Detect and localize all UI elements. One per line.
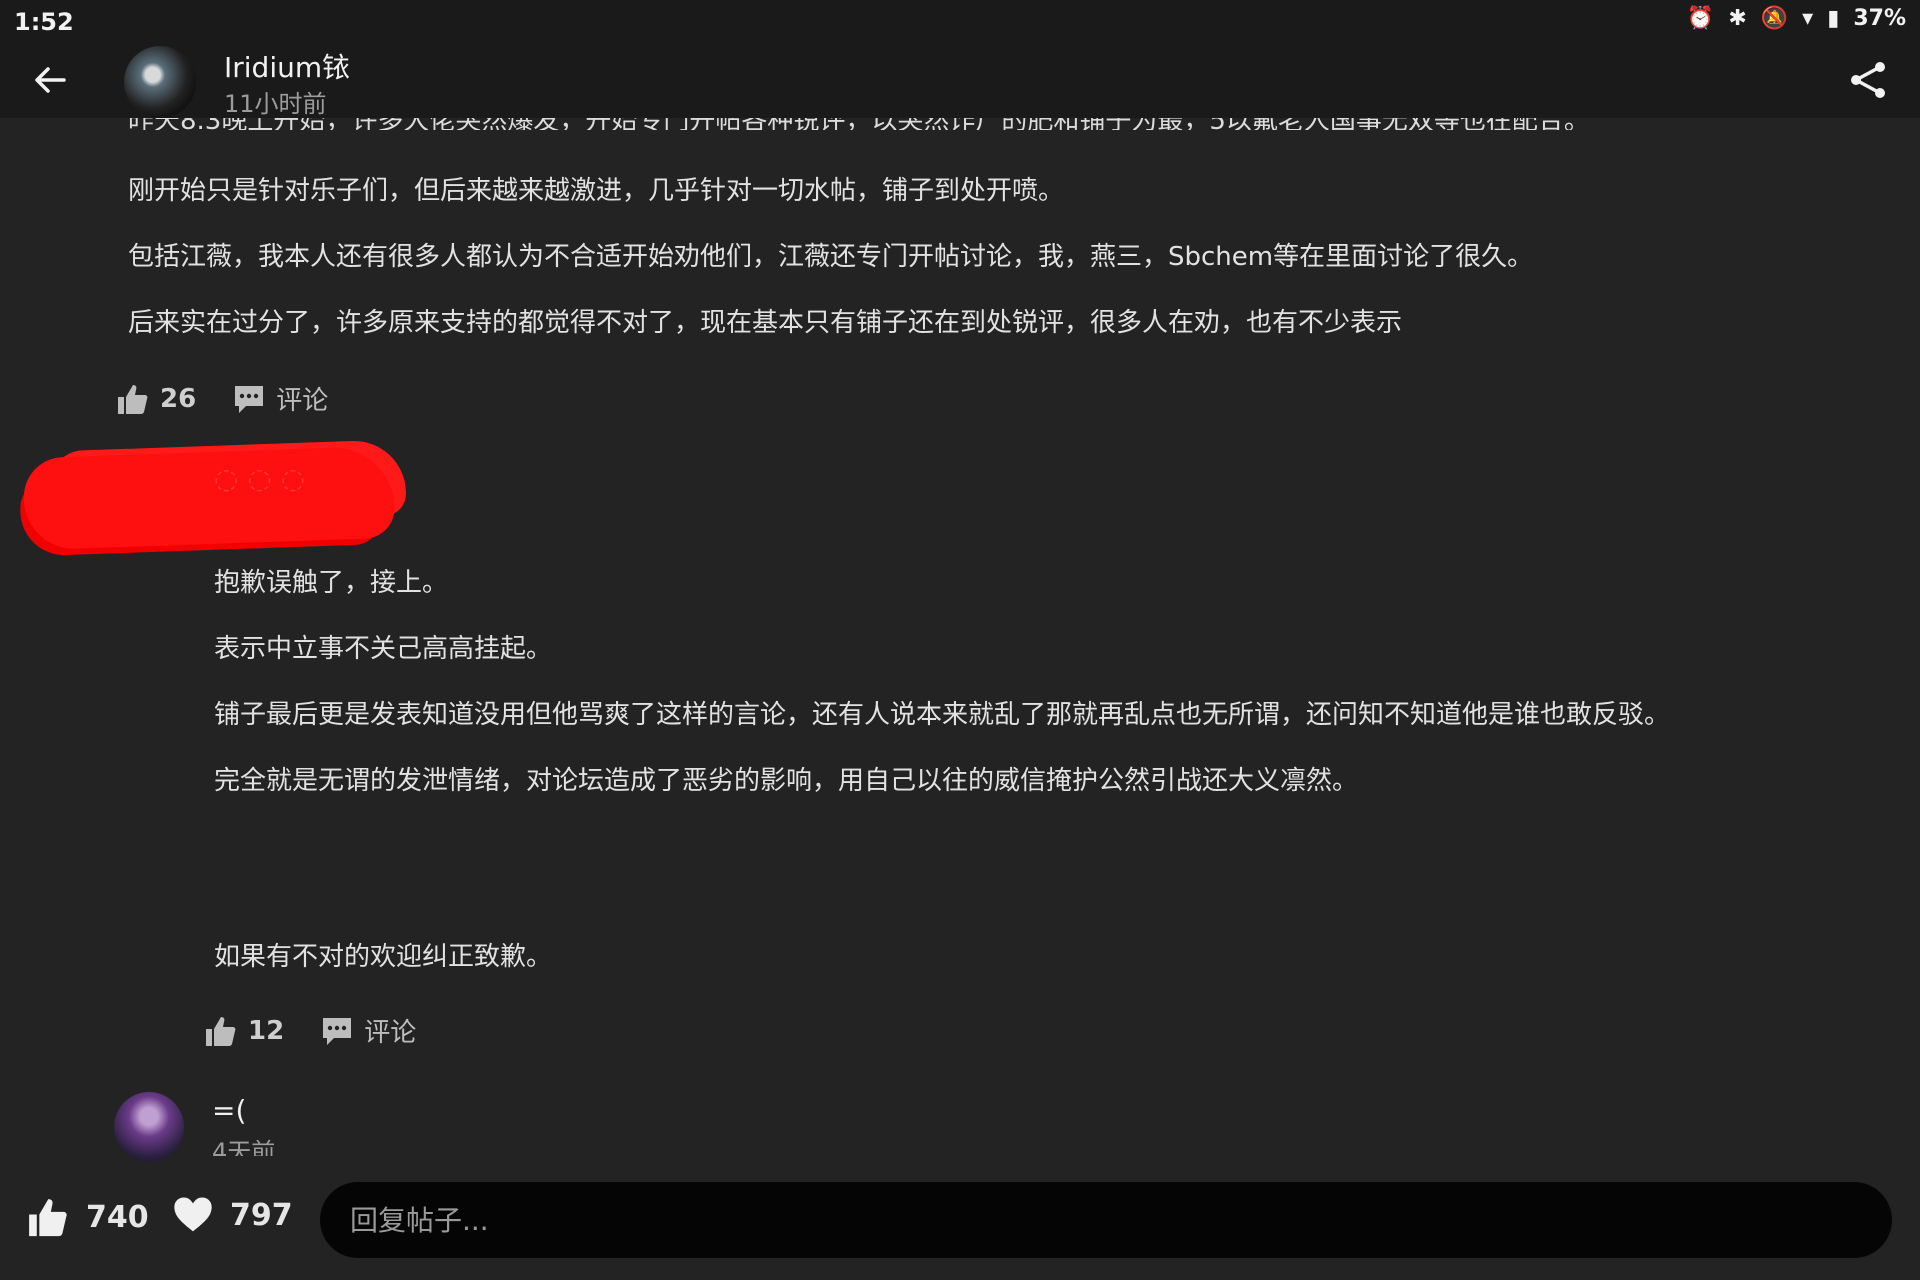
post-actions: 26 评论 xyxy=(114,380,328,417)
wifi-icon: ▾ xyxy=(1802,6,1814,31)
comment-label: 评论 xyxy=(364,1018,417,1048)
mute-icon: 🔕 xyxy=(1760,6,1789,31)
reply-paragraph: 完全就是无谓的发泄情绪，对论坛造成了恶劣的影响，用自己以往的威信掩护公然引战还大… xyxy=(214,766,1359,796)
battery-percent: 37% xyxy=(1853,6,1906,31)
reply-paragraph: 表示中立事不关己高高挂起。 xyxy=(214,634,553,664)
bluetooth-icon: ✱ xyxy=(1728,6,1747,31)
like-post-button[interactable]: 740 xyxy=(24,1194,149,1240)
reply-actions: 12 评论 xyxy=(202,1012,416,1049)
favorite-count: 797 xyxy=(230,1197,293,1233)
status-bar: 1:52 ⏰ ✱ 🔕 ▾ ▮ 37% xyxy=(0,0,1920,44)
author-name[interactable]: Iridium铱 xyxy=(224,46,350,86)
reply-avatar[interactable] xyxy=(114,1092,184,1162)
battery-icon: ▮ xyxy=(1827,6,1840,31)
comment-icon xyxy=(235,385,264,413)
status-time: 1:52 xyxy=(14,8,74,36)
reply-time: 4天前 xyxy=(212,1138,276,1156)
thumbs-up-icon[interactable] xyxy=(202,1013,238,1049)
reply-like-count: 12 xyxy=(248,1015,285,1046)
redacted-username: ◌ ◌ ◌ xyxy=(214,462,306,495)
back-arrow-icon[interactable] xyxy=(30,60,70,100)
reply-paragraph: 铺子最后更是发表知道没用但他骂爽了这样的言论，还有人说本来就乱了那就再乱点也无所… xyxy=(214,700,1671,730)
share-icon[interactable] xyxy=(1846,58,1890,102)
comment-label: 评论 xyxy=(276,386,329,416)
redacted-user-header xyxy=(22,445,396,551)
post-time: 11小时前 xyxy=(224,90,327,118)
thumbs-up-icon xyxy=(29,1199,67,1237)
post-comment-button[interactable]: 评论 xyxy=(232,380,328,417)
reply-author-name[interactable]: =( xyxy=(212,1094,246,1127)
reply-paragraph: 抱歉误触了，接上。 xyxy=(214,568,449,598)
post-paragraph: 刚开始只是针对乐子们，但后来越来越激进，几乎针对一切水帖，铺子到处开喷。 xyxy=(128,176,1065,206)
reply-comment-button[interactable]: 评论 xyxy=(320,1012,416,1049)
post-clipped-text: 昨天8.3晚上开始，许多大佬突然爆发，开始专门开帖各种锐评，以突然诈尸的肥和铺子… xyxy=(128,118,1688,130)
status-icons: ⏰ ✱ 🔕 ▾ ▮ 37% xyxy=(1687,6,1906,31)
author-avatar[interactable] xyxy=(124,46,196,118)
reply-paragraph: 如果有不对的欢迎纠正致歉。 xyxy=(214,942,553,972)
clipped-line: 昨天8.3晚上开始，许多大佬突然爆发，开始专门开帖各种锐评，以突然诈尸的肥和铺子… xyxy=(128,118,1688,130)
post-like-count: 26 xyxy=(160,383,197,414)
comment-icon xyxy=(323,1017,352,1045)
post-paragraph: 包括江薇，我本人还有很多人都认为不合适开始劝他们，江薇还专门开帖讨论，我，燕三，… xyxy=(128,242,1534,272)
favorite-button[interactable]: 797 xyxy=(172,1194,293,1236)
thumbs-up-icon[interactable] xyxy=(114,381,150,417)
post-paragraph: 后来实在过分了，许多原来支持的都觉得不对了，现在基本只有铺子还在到处锐评，很多人… xyxy=(128,308,1403,338)
heart-icon xyxy=(174,1197,212,1232)
alarm-icon: ⏰ xyxy=(1686,6,1715,31)
total-like-count: 740 xyxy=(86,1199,149,1235)
reply-input[interactable] xyxy=(320,1182,1892,1258)
bottom-bar: 740 797 xyxy=(0,1162,1920,1280)
app-bar: Iridium铱 11小时前 xyxy=(0,44,1920,118)
